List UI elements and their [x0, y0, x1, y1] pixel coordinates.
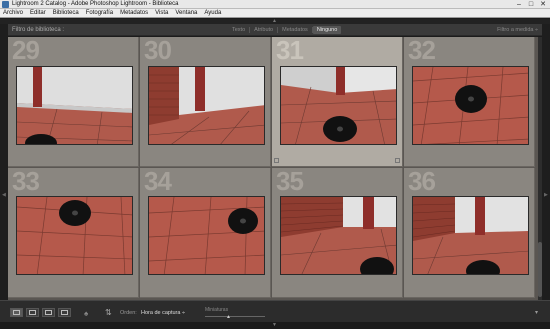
chevron-left-icon: ◀: [2, 192, 6, 198]
photo-thumbnail[interactable]: [148, 196, 265, 275]
survey-view-icon: [61, 310, 68, 315]
photo-wall-corner-puck: [281, 67, 396, 144]
library-filter-title: Filtro de biblioteca :: [12, 27, 65, 33]
grid-cell-32[interactable]: 32: [404, 37, 535, 167]
compare-view-button[interactable]: [42, 308, 55, 317]
cell-index-number: 32: [408, 37, 436, 65]
minimize-button[interactable]: –: [515, 1, 523, 8]
chevron-right-icon: ▶: [544, 192, 548, 198]
filter-tab-atributo[interactable]: Atributo: [250, 26, 277, 34]
photo-wall-corner-puck: [17, 67, 132, 144]
sort-direction-icon[interactable]: ⇅: [105, 308, 112, 317]
filter-tab-metadatos[interactable]: Metadatos: [278, 26, 312, 34]
menu-ventana[interactable]: Ventana: [175, 10, 197, 16]
compare-view-icon: [45, 310, 52, 315]
toolbar-options-menu[interactable]: ▾: [535, 309, 538, 316]
slider-knob[interactable]: ▲: [226, 314, 231, 320]
window-title-bar: Lightroom 2 Catalog - Adobe Photoshop Li…: [0, 0, 550, 9]
cell-index-number: 33: [12, 168, 40, 196]
thumbnail-grid: 29 30 31 32 33 34 35 36: [8, 37, 538, 300]
grid-cell-31[interactable]: 31: [272, 37, 403, 167]
thumbnails-label: Miniaturas: [205, 307, 229, 313]
photo-thumbnail[interactable]: [16, 196, 133, 275]
scrollbar-thumb[interactable]: [538, 242, 542, 297]
grid-cell-29[interactable]: 29: [8, 37, 139, 167]
photo-thumbnail[interactable]: [412, 66, 529, 145]
photo-tiles-puck: [413, 67, 528, 144]
grid-scrollbar[interactable]: [538, 37, 542, 300]
left-panel-toggle[interactable]: ◀: [0, 24, 8, 300]
bottom-toolbar: ♠ ⇅ Orden: Hora de captura ÷ Miniaturas …: [0, 300, 550, 322]
cell-index-number: 36: [408, 168, 436, 196]
cell-index-number: 31: [276, 37, 304, 65]
filter-tab-texto[interactable]: Texto: [228, 26, 249, 34]
loupe-view-button[interactable]: [26, 308, 39, 317]
photo-tiles-puck: [149, 197, 264, 274]
rotate-right-icon[interactable]: [395, 158, 400, 163]
menu-fotografia[interactable]: Fotografía: [86, 10, 113, 16]
sort-select[interactable]: Hora de captura ÷: [141, 310, 185, 316]
grid-cell-30[interactable]: 30: [140, 37, 271, 167]
chevron-down-icon: ▼: [272, 322, 277, 328]
thumbnail-size-slider[interactable]: [205, 316, 265, 317]
menu-editar[interactable]: Editar: [30, 10, 46, 16]
filter-preset-select[interactable]: Filtro a medida ÷: [497, 27, 538, 33]
menu-ayuda[interactable]: Ayuda: [204, 10, 221, 16]
menu-bar: Archivo Editar Biblioteca Fotografía Met…: [0, 9, 550, 18]
right-panel-toggle[interactable]: ▶: [542, 24, 550, 300]
cell-index-number: 35: [276, 168, 304, 196]
library-filter-bar: Filtro de biblioteca : Texto Atributo Me…: [8, 24, 542, 36]
photo-thumbnail[interactable]: [280, 196, 397, 275]
photo-thumbnail[interactable]: [280, 66, 397, 145]
window-controls: – □ ✕: [515, 1, 547, 8]
filter-tabs: Texto Atributo Metadatos Ninguno: [228, 26, 342, 34]
photo-brick-wall-puck: [413, 197, 528, 274]
lightroom-app-icon: [2, 1, 9, 8]
grid-view-icon: [13, 310, 20, 315]
grid-cell-34[interactable]: 34: [140, 168, 271, 298]
cell-index-number: 34: [144, 168, 172, 196]
photo-brick-wall-puck: [281, 197, 396, 274]
menu-archivo[interactable]: Archivo: [3, 10, 23, 16]
menu-vista[interactable]: Vista: [155, 10, 168, 16]
photo-thumbnail[interactable]: [16, 66, 133, 145]
photo-thumbnail[interactable]: [148, 66, 265, 145]
loupe-view-icon: [29, 310, 36, 315]
grid-view-button[interactable]: [10, 308, 23, 317]
sort-label: Orden:: [120, 310, 137, 316]
menu-biblioteca[interactable]: Biblioteca: [53, 10, 79, 16]
cell-index-number: 30: [144, 37, 172, 65]
window-title: Lightroom 2 Catalog - Adobe Photoshop Li…: [12, 1, 179, 7]
cell-index-number: 29: [12, 37, 40, 65]
painter-spray-icon[interactable]: ♠: [84, 309, 88, 318]
grid-cell-35[interactable]: 35: [272, 168, 403, 298]
photo-tiles-puck: [17, 197, 132, 274]
grid-cell-33[interactable]: 33: [8, 168, 139, 298]
rotate-left-icon[interactable]: [274, 158, 279, 163]
survey-view-button[interactable]: [58, 308, 71, 317]
filmstrip-toggle[interactable]: ▼: [0, 322, 550, 329]
grid-cell-36[interactable]: 36: [404, 168, 535, 298]
close-button[interactable]: ✕: [539, 1, 547, 8]
maximize-button[interactable]: □: [527, 1, 535, 8]
photo-brick-wall-corner: [149, 67, 264, 144]
photo-thumbnail[interactable]: [412, 196, 529, 275]
menu-metadatos[interactable]: Metadatos: [120, 10, 148, 16]
filter-tab-ninguno[interactable]: Ninguno: [312, 26, 342, 34]
